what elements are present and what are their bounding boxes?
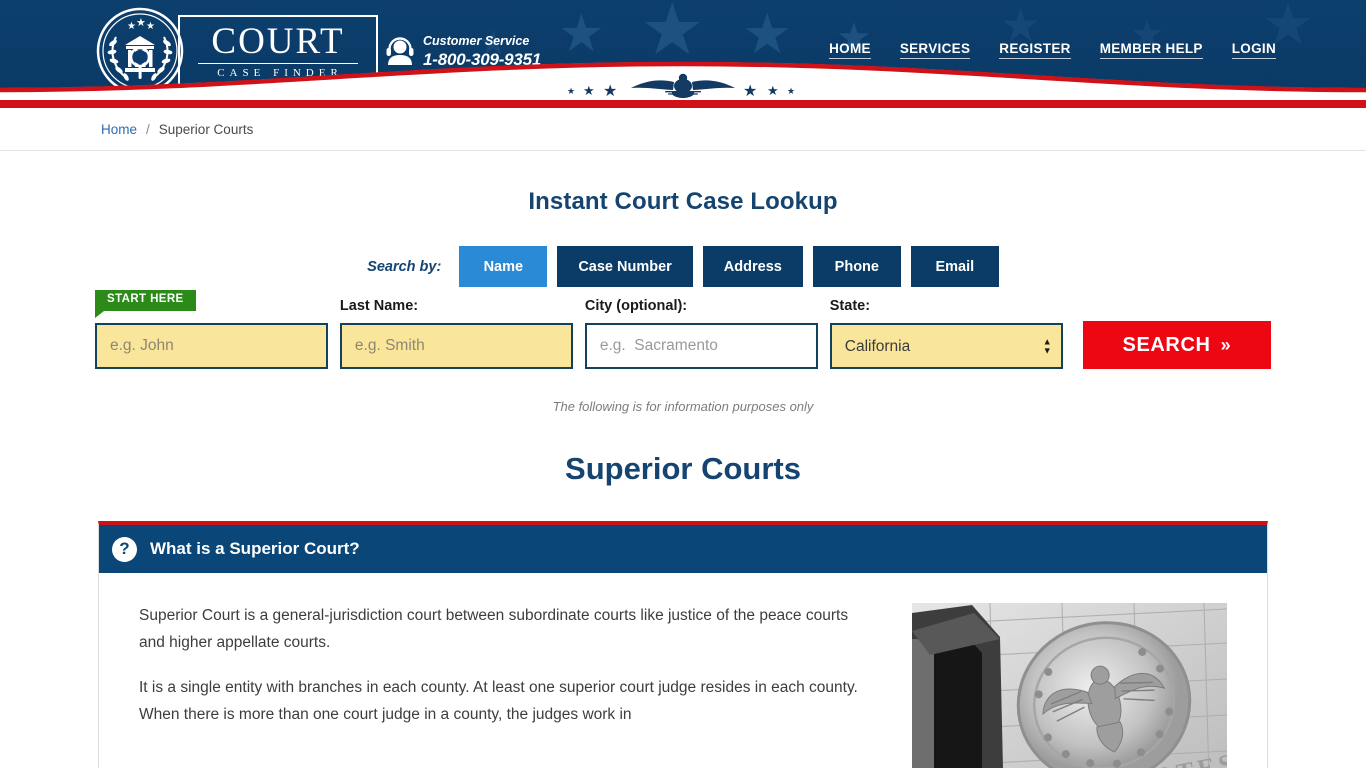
logo-title: COURT: [211, 20, 345, 62]
page-title: Superior Courts: [565, 451, 801, 486]
tab-phone[interactable]: Phone: [812, 246, 901, 287]
last-name-label: Last Name:: [339, 298, 419, 314]
svg-text:★: ★: [127, 21, 136, 32]
state-label: State:: [829, 298, 871, 314]
info-panel-body: Superior Court is a general-jurisdiction…: [99, 573, 1267, 768]
tab-address[interactable]: Address: [702, 246, 803, 287]
first-name-input[interactable]: [95, 323, 328, 369]
header-red-band: [0, 100, 1366, 108]
nav-item-services[interactable]: SERVICES: [899, 41, 971, 59]
search-by-label: Search by:: [367, 258, 442, 275]
customer-service-label: Customer Service: [423, 34, 530, 48]
info-panel: ? What is a Superior Court? Superior Cou…: [98, 521, 1268, 768]
tab-name[interactable]: Name: [459, 246, 548, 287]
tab-email[interactable]: Email: [910, 246, 999, 287]
nav-item-login[interactable]: LOGIN: [1231, 41, 1276, 59]
svg-text:★: ★: [146, 21, 155, 32]
tab-case-number[interactable]: Case Number: [557, 246, 693, 287]
state-field-group: State: California ▲ ▼: [829, 298, 1063, 369]
city-label: City (optional):: [584, 298, 688, 314]
lookup-title: Instant Court Case Lookup: [528, 188, 838, 215]
last-name-input[interactable]: [339, 323, 573, 369]
svg-text:★: ★: [136, 17, 146, 29]
search-button[interactable]: SEARCH »: [1082, 321, 1271, 369]
eagle-stars-banner-icon: [0, 58, 1366, 100]
search-by-tabs: Search by: Name Case Number Address Phon…: [0, 246, 1366, 287]
city-input[interactable]: [584, 323, 818, 369]
last-name-field-group: Last Name:: [339, 298, 573, 369]
nav-item-register[interactable]: REGISTER: [999, 41, 1071, 59]
search-form: START HERE First Name: Last Name: City (…: [95, 287, 1271, 369]
double-chevron-right-icon: »: [1220, 334, 1232, 355]
search-button-label: SEARCH: [1122, 333, 1211, 356]
state-select[interactable]: California: [829, 323, 1063, 369]
city-field-group: City (optional):: [584, 298, 818, 369]
breadcrumb: Home / Superior Courts: [0, 108, 1366, 151]
info-paragraph-1: Superior Court is a general-jurisdiction…: [139, 607, 849, 651]
site-header: ★ ★ ★ ★ ★ ★ ★ ★ ★ ★ ★ COURT CASE FINDER …: [0, 0, 1366, 100]
breadcrumb-home-link[interactable]: Home: [101, 122, 137, 137]
courthouse-facade-with-federal-seal-photo: TATES: [912, 603, 1227, 768]
info-paragraph-2: It is a single entity with branches in e…: [139, 679, 858, 723]
breadcrumb-separator: /: [146, 121, 150, 137]
info-panel-text: Superior Court is a general-jurisdiction…: [139, 603, 872, 768]
breadcrumb-current: Superior Courts: [158, 121, 254, 137]
question-mark-icon: ?: [112, 536, 137, 562]
main-navigation: HOME SERVICES REGISTER MEMBER HELP LOGIN: [829, 41, 1276, 59]
nav-item-member-help[interactable]: MEMBER HELP: [1099, 41, 1203, 59]
info-panel-heading: What is a Superior Court?: [150, 539, 360, 558]
nav-item-home[interactable]: HOME: [829, 41, 871, 59]
search-section: Instant Court Case Lookup Search by: Nam…: [0, 151, 1366, 414]
info-panel-header: ? What is a Superior Court?: [99, 525, 1267, 573]
search-disclaimer: The following is for information purpose…: [552, 399, 814, 414]
start-here-badge: START HERE: [95, 290, 196, 317]
